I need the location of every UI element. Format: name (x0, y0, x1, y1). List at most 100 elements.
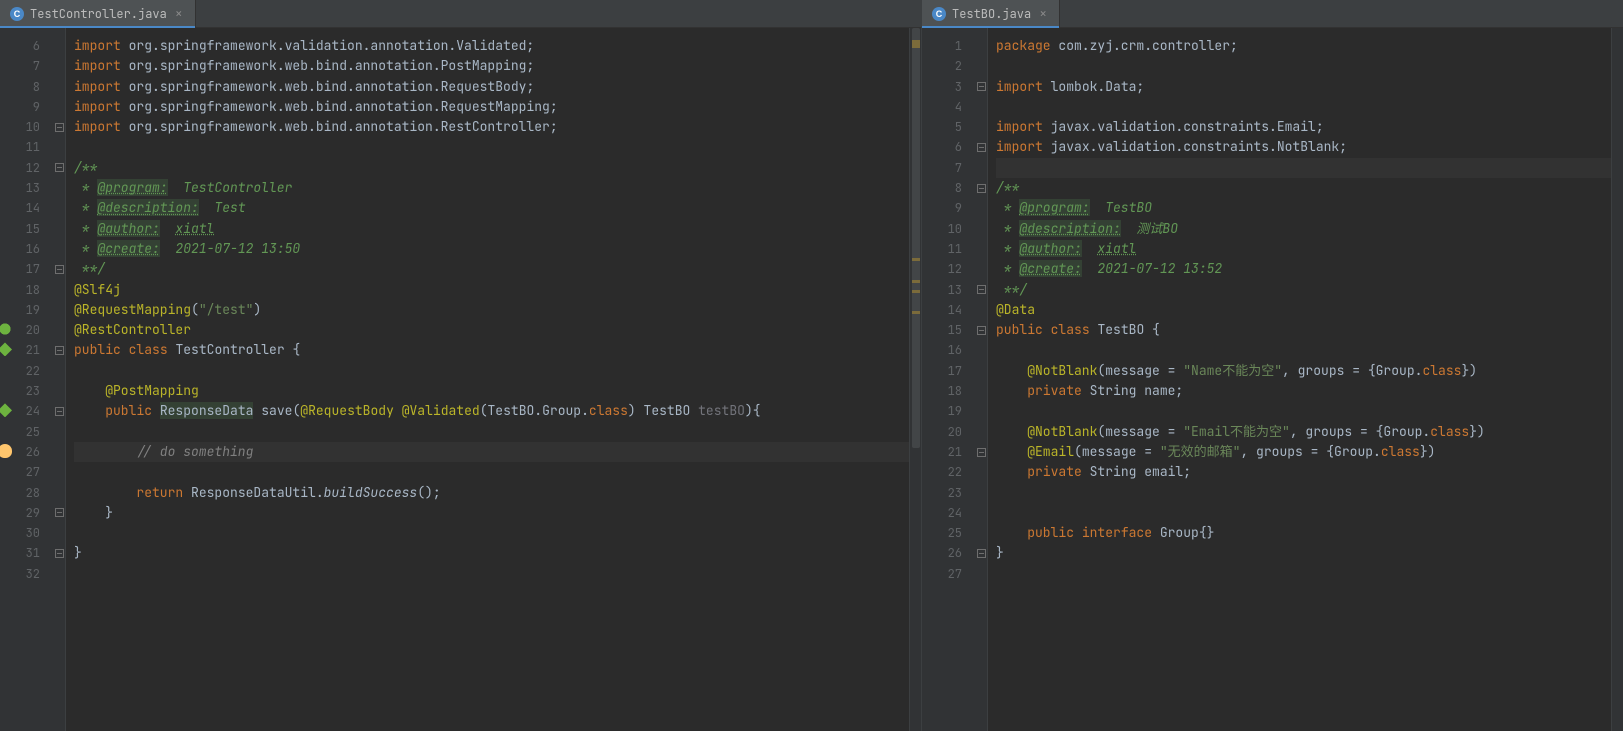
fold-marker[interactable] (54, 259, 65, 279)
fold-column-left[interactable] (54, 28, 66, 731)
code-line[interactable] (996, 97, 1611, 117)
code-left[interactable]: import org.springframework.validation.an… (66, 28, 909, 731)
code-line[interactable]: * @program: TestBO (996, 198, 1611, 218)
code-line[interactable]: import org.springframework.web.bind.anno… (74, 56, 909, 76)
fold-marker[interactable] (976, 77, 987, 97)
scrollbar-left[interactable] (911, 28, 921, 731)
line-number: 21 (922, 442, 962, 462)
code-line[interactable]: * @create: 2021-07-12 13:52 (996, 259, 1611, 279)
code-line[interactable] (996, 503, 1611, 523)
line-number: 14 (0, 198, 40, 218)
code-line[interactable]: **/ (996, 280, 1611, 300)
code-line[interactable] (74, 564, 909, 584)
fold-marker (54, 462, 65, 482)
editor-right[interactable]: 1234567891011121314151617181920212223242… (922, 28, 1623, 731)
code-line[interactable]: public ResponseData save(@RequestBody @V… (74, 401, 909, 421)
code-line[interactable]: import org.springframework.web.bind.anno… (74, 117, 909, 137)
fold-marker (54, 381, 65, 401)
code-line[interactable]: @PostMapping (74, 381, 909, 401)
bean-icon[interactable] (0, 403, 12, 417)
code-line[interactable]: import org.springframework.validation.an… (74, 36, 909, 56)
code-line[interactable]: @RestController (74, 320, 909, 340)
tab-testbo[interactable]: C TestBO.java × (922, 0, 1060, 27)
code-line[interactable]: import javax.validation.constraints.Emai… (996, 117, 1611, 137)
code-line[interactable]: import org.springframework.web.bind.anno… (74, 97, 909, 117)
code-line[interactable] (74, 462, 909, 482)
code-line[interactable]: } (74, 503, 909, 523)
code-line[interactable]: import javax.validation.constraints.NotB… (996, 137, 1611, 157)
code-line[interactable]: * @author: xiatl (74, 219, 909, 239)
code-line[interactable]: @NotBlank(message = "Name不能为空", groups =… (996, 361, 1611, 381)
fold-marker[interactable] (54, 158, 65, 178)
code-line[interactable] (996, 158, 1611, 178)
tab-filename: TestBO.java (952, 6, 1031, 22)
close-icon[interactable]: × (1037, 5, 1049, 22)
code-line[interactable]: /** (74, 158, 909, 178)
code-line[interactable]: public class TestController { (74, 340, 909, 360)
code-line[interactable]: * @create: 2021-07-12 13:50 (74, 239, 909, 259)
fold-column-right[interactable] (976, 28, 988, 731)
code-line[interactable] (74, 361, 909, 381)
code-line[interactable]: @Slf4j (74, 280, 909, 300)
code-line[interactable]: **/ (74, 259, 909, 279)
spring-icon[interactable] (0, 322, 12, 336)
bean-icon[interactable] (0, 342, 12, 356)
scrollbar-thumb[interactable] (912, 28, 920, 448)
line-number: 2 (922, 56, 962, 76)
fold-marker[interactable] (976, 178, 987, 198)
code-line[interactable] (996, 56, 1611, 76)
code-line[interactable] (74, 137, 909, 157)
code-line[interactable]: import lombok.Data; (996, 77, 1611, 97)
code-line[interactable]: * @description: 测试BO (996, 219, 1611, 239)
code-line[interactable]: package com.zyj.crm.controller; (996, 36, 1611, 56)
fold-marker[interactable] (976, 442, 987, 462)
code-line[interactable]: @Email(message = "无效的邮箱", groups = {Grou… (996, 442, 1611, 462)
code-line[interactable] (74, 523, 909, 543)
fold-marker (976, 462, 987, 482)
tab-testcontroller[interactable]: C TestController.java × (0, 0, 196, 27)
code-line[interactable] (996, 401, 1611, 421)
code-line[interactable]: import org.springframework.web.bind.anno… (74, 77, 909, 97)
fold-marker[interactable] (54, 503, 65, 523)
fold-marker[interactable] (976, 320, 987, 340)
editor-left[interactable]: 6789101112131415161718192021222324252627… (0, 28, 921, 731)
code-line[interactable] (996, 340, 1611, 360)
code-line[interactable]: } (74, 543, 909, 563)
code-line[interactable]: /** (996, 178, 1611, 198)
line-number: 9 (0, 97, 40, 117)
code-line[interactable]: public class TestBO { (996, 320, 1611, 340)
fold-marker[interactable] (976, 543, 987, 563)
line-number: 23 (0, 381, 40, 401)
code-line[interactable]: return ResponseDataUtil.buildSuccess(); (74, 483, 909, 503)
tab-filename: TestController.java (30, 6, 167, 22)
bulb-icon[interactable] (0, 444, 12, 458)
code-line[interactable]: // do something (74, 442, 909, 462)
code-line[interactable]: public interface Group{} (996, 523, 1611, 543)
code-line[interactable]: * @author: xiatl (996, 239, 1611, 259)
code-line[interactable]: * @description: Test (74, 198, 909, 218)
fold-marker[interactable] (976, 137, 987, 157)
marker-strip-right[interactable] (1611, 28, 1623, 731)
code-line[interactable]: @NotBlank(message = "Email不能为空", groups … (996, 422, 1611, 442)
code-line[interactable]: private String name; (996, 381, 1611, 401)
code-line[interactable]: * @program: TestController (74, 178, 909, 198)
code-line[interactable] (74, 422, 909, 442)
line-number: 18 (922, 381, 962, 401)
fold-marker[interactable] (54, 117, 65, 137)
code-line[interactable] (996, 564, 1611, 584)
line-number: 12 (0, 158, 40, 178)
fold-marker[interactable] (976, 280, 987, 300)
code-line[interactable]: @Data (996, 300, 1611, 320)
fold-marker[interactable] (54, 543, 65, 563)
line-number: 26 (922, 543, 962, 563)
code-line[interactable]: @RequestMapping("/test") (74, 300, 909, 320)
fold-marker[interactable] (54, 401, 65, 421)
code-line[interactable]: } (996, 543, 1611, 563)
code-line[interactable] (996, 483, 1611, 503)
code-line[interactable]: private String email; (996, 462, 1611, 482)
close-icon[interactable]: × (173, 5, 185, 22)
fold-marker (54, 97, 65, 117)
line-number: 7 (0, 56, 40, 76)
fold-marker[interactable] (54, 340, 65, 360)
code-right[interactable]: package com.zyj.crm.controller; import l… (988, 28, 1611, 731)
